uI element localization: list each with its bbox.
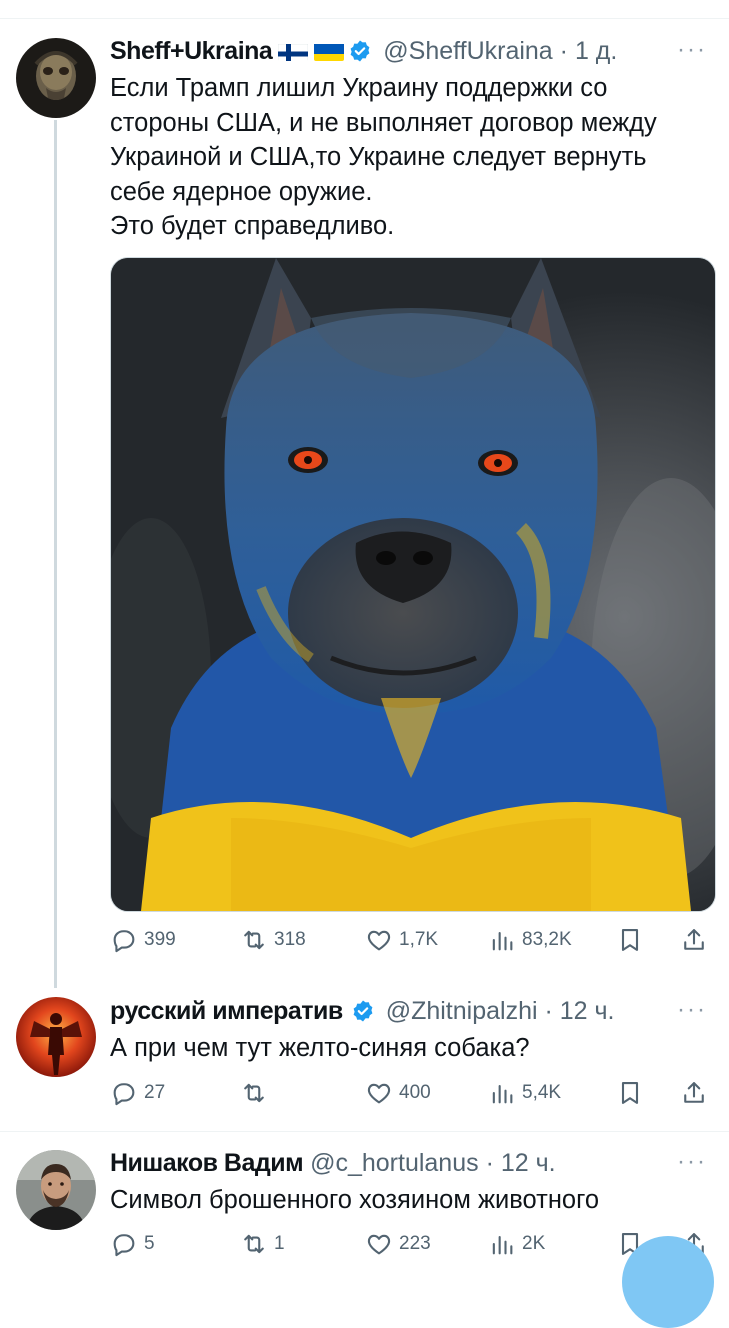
verified-badge-icon [348, 39, 372, 63]
retweet-button[interactable] [240, 1075, 274, 1111]
share-icon [684, 1082, 704, 1103]
views-count: 2K [522, 1233, 546, 1254]
finland-flag-icon [278, 41, 309, 61]
author-name[interactable]: русский императив [110, 997, 343, 1025]
author-handle[interactable]: @c_hortulanus [310, 1149, 479, 1177]
retweet-count: 318 [274, 929, 306, 950]
compose-fab-button[interactable] [622, 1236, 714, 1328]
bookmark-icon [621, 1082, 639, 1104]
thread-connector-line [54, 120, 57, 988]
like-icon [367, 930, 391, 951]
like-button[interactable]: 1,7K [365, 922, 438, 958]
reply-divider [0, 1131, 729, 1132]
bookmark-button[interactable] [616, 922, 644, 958]
author-name[interactable]: Нишаков Вадим [110, 1149, 304, 1177]
like-icon [367, 1234, 391, 1255]
tweet-image[interactable] [110, 257, 716, 912]
reply-icon [113, 1234, 135, 1257]
like-button[interactable]: 223 [365, 1226, 431, 1262]
ukraine-flag-icon [314, 41, 345, 61]
author-name[interactable]: Sheff+Ukraina [110, 37, 273, 65]
like-button[interactable]: 400 [365, 1075, 431, 1111]
reply-count: 27 [144, 1082, 166, 1103]
retweet-count: 1 [274, 1233, 285, 1254]
avatar-sheff-ukraina[interactable] [16, 38, 96, 118]
more-options-button[interactable]: ··· [677, 1148, 707, 1176]
retweet-icon [244, 930, 264, 950]
like-count: 223 [399, 1233, 431, 1254]
top-divider [0, 18, 729, 19]
retweet-icon [244, 1234, 264, 1254]
like-icon [367, 1083, 391, 1104]
reply-icon [113, 1083, 135, 1106]
avatar-nishakov-vadim[interactable] [16, 1150, 96, 1230]
reply-text: А при чем тут желто-синяя собака? [110, 1034, 530, 1062]
views-icon [492, 1235, 513, 1255]
share-button[interactable] [680, 1075, 708, 1111]
reply-text: Символ брошенного хозяином животного [110, 1186, 600, 1214]
views-count: 83,2K [522, 929, 572, 950]
tweet-header: Sheff+Ukraina @SheffUkraina · 1 д. [110, 36, 689, 66]
reply-count: 5 [144, 1233, 155, 1254]
tweet-text: Если Трамп лишил Украину поддержки со ст… [110, 74, 657, 240]
tweet-actions: 399 318 1,7K 83,2K [110, 922, 720, 958]
author-handle[interactable]: @SheffUkraina [383, 37, 552, 65]
more-options-button[interactable]: ··· [677, 996, 707, 1024]
views-button[interactable]: 5,4K [488, 1075, 561, 1111]
avatar-russkiy-imperativ[interactable] [16, 997, 96, 1077]
like-count: 400 [399, 1082, 431, 1103]
like-count: 1,7K [399, 929, 439, 950]
tweet-time[interactable]: · 1 д. [560, 37, 618, 65]
more-options-button[interactable]: ··· [677, 36, 707, 64]
reply-button[interactable]: 27 [110, 1075, 165, 1111]
retweet-button[interactable]: 1 [240, 1226, 285, 1262]
share-button[interactable] [680, 922, 708, 958]
reply-header: русский императив @Zhitnipalzhi · 12 ч. [110, 996, 689, 1026]
reply-count: 399 [144, 929, 176, 950]
reply-header: Нишаков Вадим @c_hortulanus · 12 ч. [110, 1148, 689, 1178]
reply-button[interactable]: 399 [110, 922, 176, 958]
tweet-time[interactable]: · 12 ч. [486, 1149, 556, 1177]
retweet-button[interactable]: 318 [240, 922, 306, 958]
views-count: 5,4K [522, 1082, 562, 1103]
tweet-time[interactable]: · 12 ч. [545, 997, 615, 1025]
views-icon [492, 1084, 513, 1104]
share-icon [684, 929, 704, 950]
bookmark-icon [621, 929, 639, 951]
bookmark-button[interactable] [616, 1075, 644, 1111]
retweet-icon [244, 1083, 264, 1103]
reply-button[interactable]: 5 [110, 1226, 155, 1262]
verified-badge-icon [351, 999, 375, 1023]
views-button[interactable]: 2K [488, 1226, 545, 1262]
reply-icon [113, 930, 135, 953]
author-handle[interactable]: @Zhitnipalzhi [386, 997, 538, 1025]
reply-actions: 27 400 5,4K [110, 1075, 720, 1111]
views-icon [492, 931, 513, 951]
views-button[interactable]: 83,2K [488, 922, 572, 958]
